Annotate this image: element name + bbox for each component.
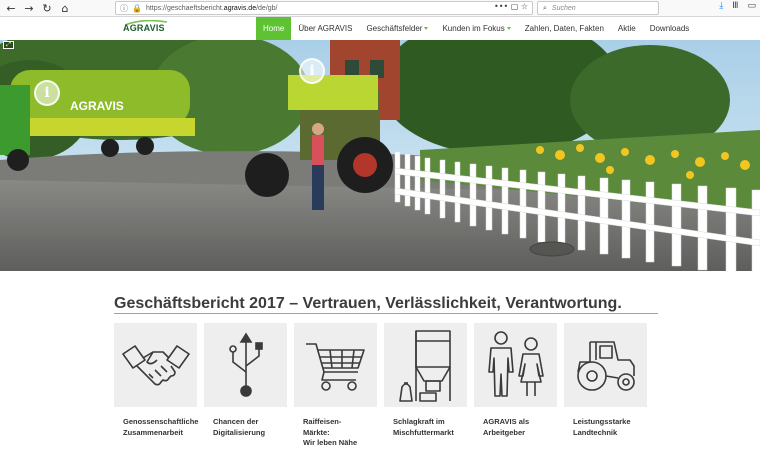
fullscreen-icon[interactable]: ⤢ <box>3 41 14 49</box>
lock-icon: 🔒 <box>132 3 142 13</box>
info-hotspot-icon[interactable]: i <box>299 58 325 84</box>
card-title-line1: Genossenschaftliche <box>123 417 199 426</box>
card-title-line1: Chancen der <box>213 417 259 426</box>
info-icon[interactable]: ⓘ <box>120 3 128 14</box>
usb-icon <box>228 332 263 397</box>
card-genossenschaftliche-zusammenarbeit[interactable]: Genossenschaftliche Zusammenarbeit <box>114 323 199 453</box>
search-bar[interactable]: ⌕ Suchen <box>537 1 659 15</box>
tanker-label: AGRAVIS <box>70 99 124 113</box>
reload-icon[interactable]: ↻ <box>40 1 54 15</box>
home-icon[interactable]: ⌂ <box>58 1 72 15</box>
nav-kunden-im-fokus[interactable]: Kunden im Fokus <box>435 17 517 40</box>
card-title-line2: Mischfuttermarkt <box>393 427 454 437</box>
hero-image: AGRAVIS <box>0 40 760 271</box>
card-title-line1: Leistungsstarke <box>573 417 631 426</box>
card-raiffeisen-maerkte[interactable]: Raiffeisen-Märkte: Wir leben Nähe <box>294 323 377 453</box>
nav-downloads[interactable]: Downloads <box>643 17 697 40</box>
card-title-line1: Schlagkraft im <box>393 417 445 426</box>
search-icon: ⌕ <box>543 3 547 12</box>
main-nav: Home Über AGRAVIS Geschäftsfelder Kunden… <box>256 17 696 40</box>
url-path: /de/gb/ <box>256 4 278 12</box>
nav-home[interactable]: Home <box>256 17 292 40</box>
silo-icon <box>398 330 451 402</box>
search-placeholder: Suchen <box>551 4 576 12</box>
page-headline: Geschäftsbericht 2017 – Vertrauen, Verlä… <box>114 295 622 312</box>
tractor-icon <box>576 341 635 391</box>
browser-toolbar: ← → ↻ ⌂ ⓘ 🔒 https://geschaeftsbericht. ag… <box>0 0 760 17</box>
card-title-line1: AGRAVIS als <box>483 417 530 426</box>
url-domain: agravis.de <box>223 4 257 12</box>
hero-panorama[interactable]: AGRAVIS ⤢ i i <box>0 40 760 271</box>
nav-zahlen-daten-fakten[interactable]: Zahlen, Daten, Fakten <box>518 17 611 40</box>
agravis-logo[interactable]: AGRAVIS <box>123 20 169 36</box>
card-title-line2: Landtechnik <box>573 427 618 437</box>
forward-icon[interactable]: → <box>22 1 36 15</box>
nav-ueber-agravis[interactable]: Über AGRAVIS <box>291 17 359 40</box>
url-prefix: https://geschaeftsbericht. <box>145 4 224 12</box>
info-hotspot-icon[interactable]: i <box>34 80 60 106</box>
card-schlagkraft-im-mischfuttermarkt[interactable]: Schlagkraft im Mischfuttermarkt <box>384 323 467 453</box>
download-icon[interactable]: ⤓ <box>719 1 723 11</box>
library-icon[interactable]: Ⅲ <box>732 1 738 11</box>
logo-text: AGRAVIS <box>123 23 165 33</box>
card-title-line2: Arbeitgeber <box>483 427 526 437</box>
card-agravis-als-arbeitgeber[interactable]: AGRAVIS als Arbeitgeber <box>474 323 557 453</box>
url-actions[interactable]: ••• ▢ ☆ <box>494 2 528 11</box>
chevron-down-icon <box>506 27 511 30</box>
topic-cards: Genossenschaftliche Zusammenarbeit Chanc… <box>114 323 647 453</box>
card-title-line2: Digitalisierung <box>213 427 266 437</box>
card-title-line1: Raiffeisen-Märkte: <box>303 417 342 437</box>
site-header: AGRAVIS Home Über AGRAVIS Geschäftsfelde… <box>0 17 760 40</box>
card-chancen-der-digitalisierung[interactable]: Chancen der Digitalisierung <box>204 323 287 453</box>
browser-tools: ⤓ Ⅲ ▭ <box>719 1 756 11</box>
nav-geschaeftsfelder[interactable]: Geschäftsfelder <box>359 17 435 40</box>
nav-aktie[interactable]: Aktie <box>611 17 643 40</box>
url-bar[interactable]: ⓘ 🔒 https://geschaeftsbericht. agravis.de… <box>115 1 533 15</box>
card-title-line2: Wir leben Nähe <box>303 438 358 447</box>
shopping-cart-icon <box>305 343 365 391</box>
headline-divider <box>114 313 658 314</box>
card-leistungsstarke-landtechnik[interactable]: Leistungsstarke Landtechnik <box>564 323 647 453</box>
people-icon <box>487 331 544 397</box>
chevron-down-icon <box>424 27 429 30</box>
handshake-icon <box>121 345 190 386</box>
card-title-line2: Zusammenarbeit <box>123 427 184 437</box>
back-icon[interactable]: ← <box>4 1 18 15</box>
sidebar-icon[interactable]: ▭ <box>747 1 756 11</box>
